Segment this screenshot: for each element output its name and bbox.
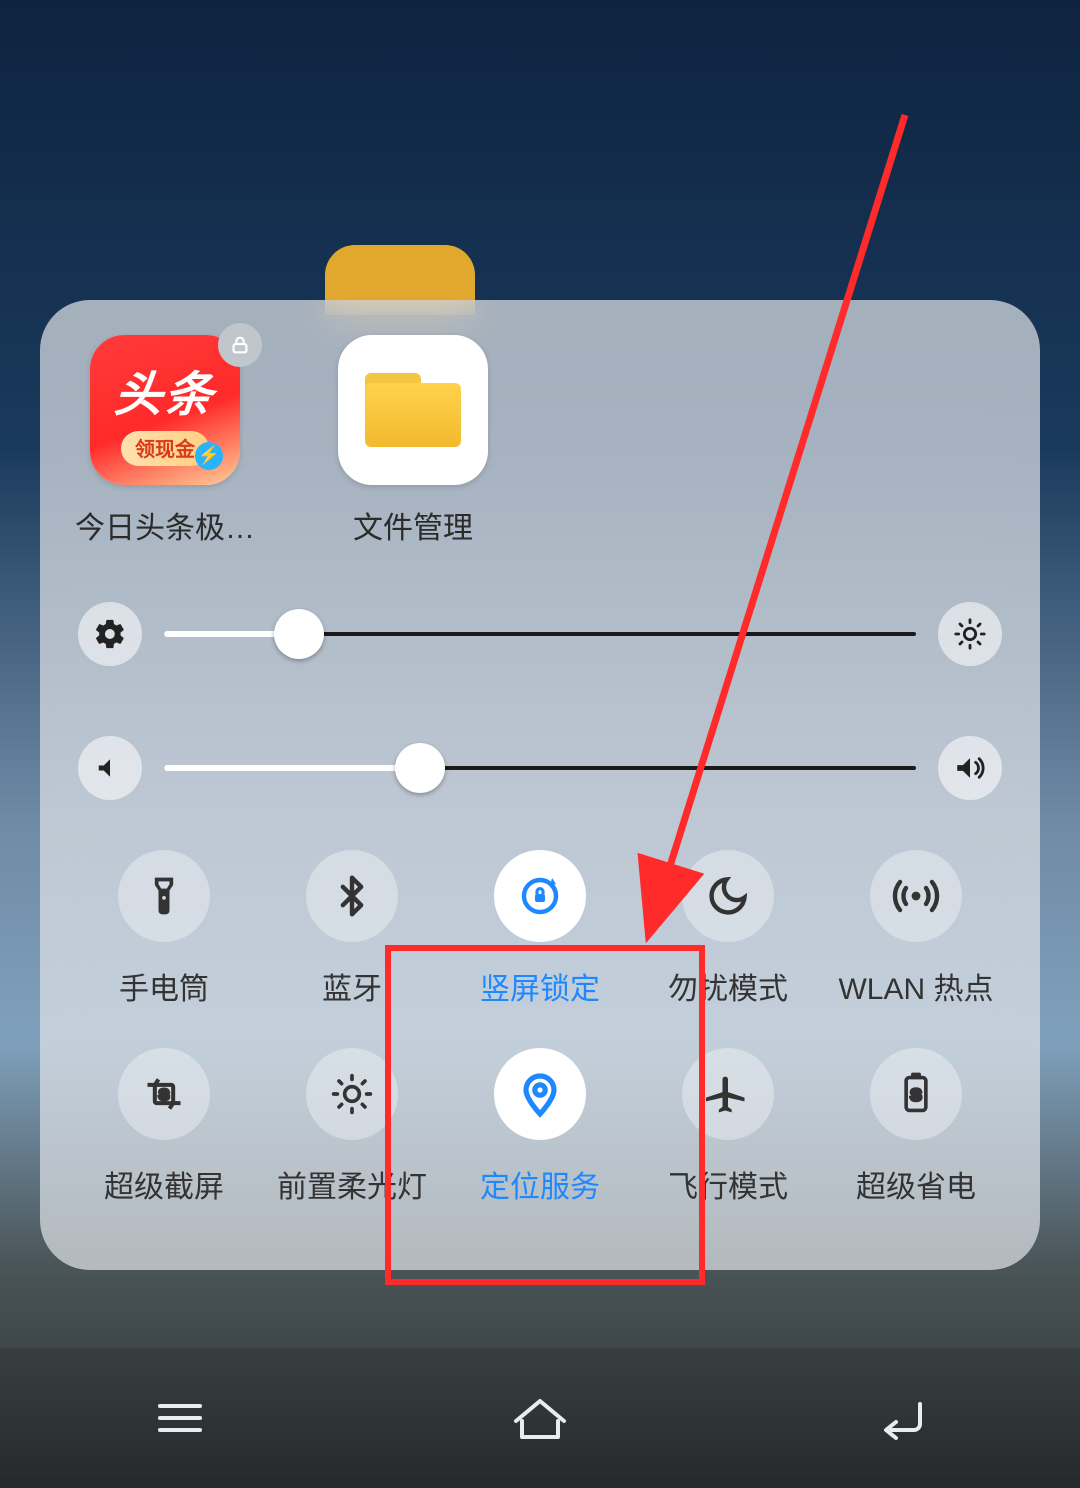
toggle-wlan-hotspot[interactable]: WLAN 热点: [822, 850, 1010, 1008]
toggle-label: 超级截屏: [104, 1162, 224, 1206]
app-label: 今日头条极…: [65, 503, 265, 547]
brightness-icon[interactable]: [938, 602, 1002, 666]
app-icon: 头条 领现金 ⚡: [90, 335, 240, 485]
volume-slider[interactable]: [164, 766, 916, 770]
slider-thumb[interactable]: [274, 609, 324, 659]
toggle-label: 超级省电: [856, 1162, 976, 1206]
nav-recent-button[interactable]: [120, 1378, 240, 1458]
toggle-super-screenshot[interactable]: S 超级截屏: [70, 1048, 258, 1206]
toggle-label: 手电筒: [119, 964, 209, 1008]
system-navigation-bar: [0, 1348, 1080, 1488]
app-icon: [338, 335, 488, 485]
app-shortcut-toutiao[interactable]: 头条 领现金 ⚡ 今日头条极…: [80, 335, 250, 547]
settings-icon[interactable]: [78, 602, 142, 666]
toggle-label: 定位服务: [480, 1162, 600, 1206]
toggle-airplane[interactable]: 飞行模式: [634, 1048, 822, 1206]
volume-low-icon[interactable]: [78, 736, 142, 800]
sun-icon: [306, 1048, 398, 1140]
app-shortcuts-row: 头条 领现金 ⚡ 今日头条极… 文件管理: [70, 335, 1010, 547]
toggle-label: WLAN 热点: [838, 964, 993, 1008]
toggle-label: 勿扰模式: [668, 964, 788, 1008]
brightness-slider-row: [70, 602, 1010, 666]
slider-thumb[interactable]: [395, 743, 445, 793]
quick-toggles-grid: 手电筒 蓝牙 竖屏锁定 勿扰模式 WLAN 热点: [70, 850, 1010, 1206]
lock-icon: [218, 323, 262, 367]
toggle-front-fill-light[interactable]: 前置柔光灯: [258, 1048, 446, 1206]
bolt-icon: ⚡: [195, 442, 223, 470]
brightness-slider[interactable]: [164, 632, 916, 636]
bluetooth-icon: [306, 850, 398, 942]
flashlight-icon: [118, 850, 210, 942]
toggle-label: 飞行模式: [668, 1162, 788, 1206]
app-icon-text: 头条: [112, 355, 218, 425]
toggle-dnd[interactable]: 勿扰模式: [634, 850, 822, 1008]
toggle-location[interactable]: 定位服务: [446, 1048, 634, 1206]
toggle-flashlight[interactable]: 手电筒: [70, 850, 258, 1008]
battery-icon: S: [870, 1048, 962, 1140]
toggle-label: 蓝牙: [322, 964, 382, 1008]
toggle-super-power-save[interactable]: S 超级省电: [822, 1048, 1010, 1206]
control-center-panel: 头条 领现金 ⚡ 今日头条极… 文件管理: [40, 300, 1040, 1270]
location-icon: [494, 1048, 586, 1140]
folder-icon: [365, 373, 461, 447]
volume-slider-row: [70, 736, 1010, 800]
app-shortcut-file-manager[interactable]: 文件管理: [328, 335, 498, 547]
rotation-lock-icon: [494, 850, 586, 942]
nav-home-button[interactable]: [480, 1378, 600, 1458]
svg-text:S: S: [911, 1087, 922, 1105]
volume-high-icon[interactable]: [938, 736, 1002, 800]
moon-icon: [682, 850, 774, 942]
toggle-label: 前置柔光灯: [277, 1162, 427, 1206]
toggle-bluetooth[interactable]: 蓝牙: [258, 850, 446, 1008]
app-icon-badge: 领现金 ⚡: [121, 431, 209, 466]
airplane-icon: [682, 1048, 774, 1140]
screenshot-icon: S: [118, 1048, 210, 1140]
app-label: 文件管理: [313, 503, 513, 547]
svg-text:S: S: [159, 1088, 169, 1104]
nav-back-button[interactable]: [840, 1378, 960, 1458]
hotspot-icon: [870, 850, 962, 942]
toggle-rotation-lock[interactable]: 竖屏锁定: [446, 850, 634, 1008]
toggle-label: 竖屏锁定: [480, 964, 600, 1008]
